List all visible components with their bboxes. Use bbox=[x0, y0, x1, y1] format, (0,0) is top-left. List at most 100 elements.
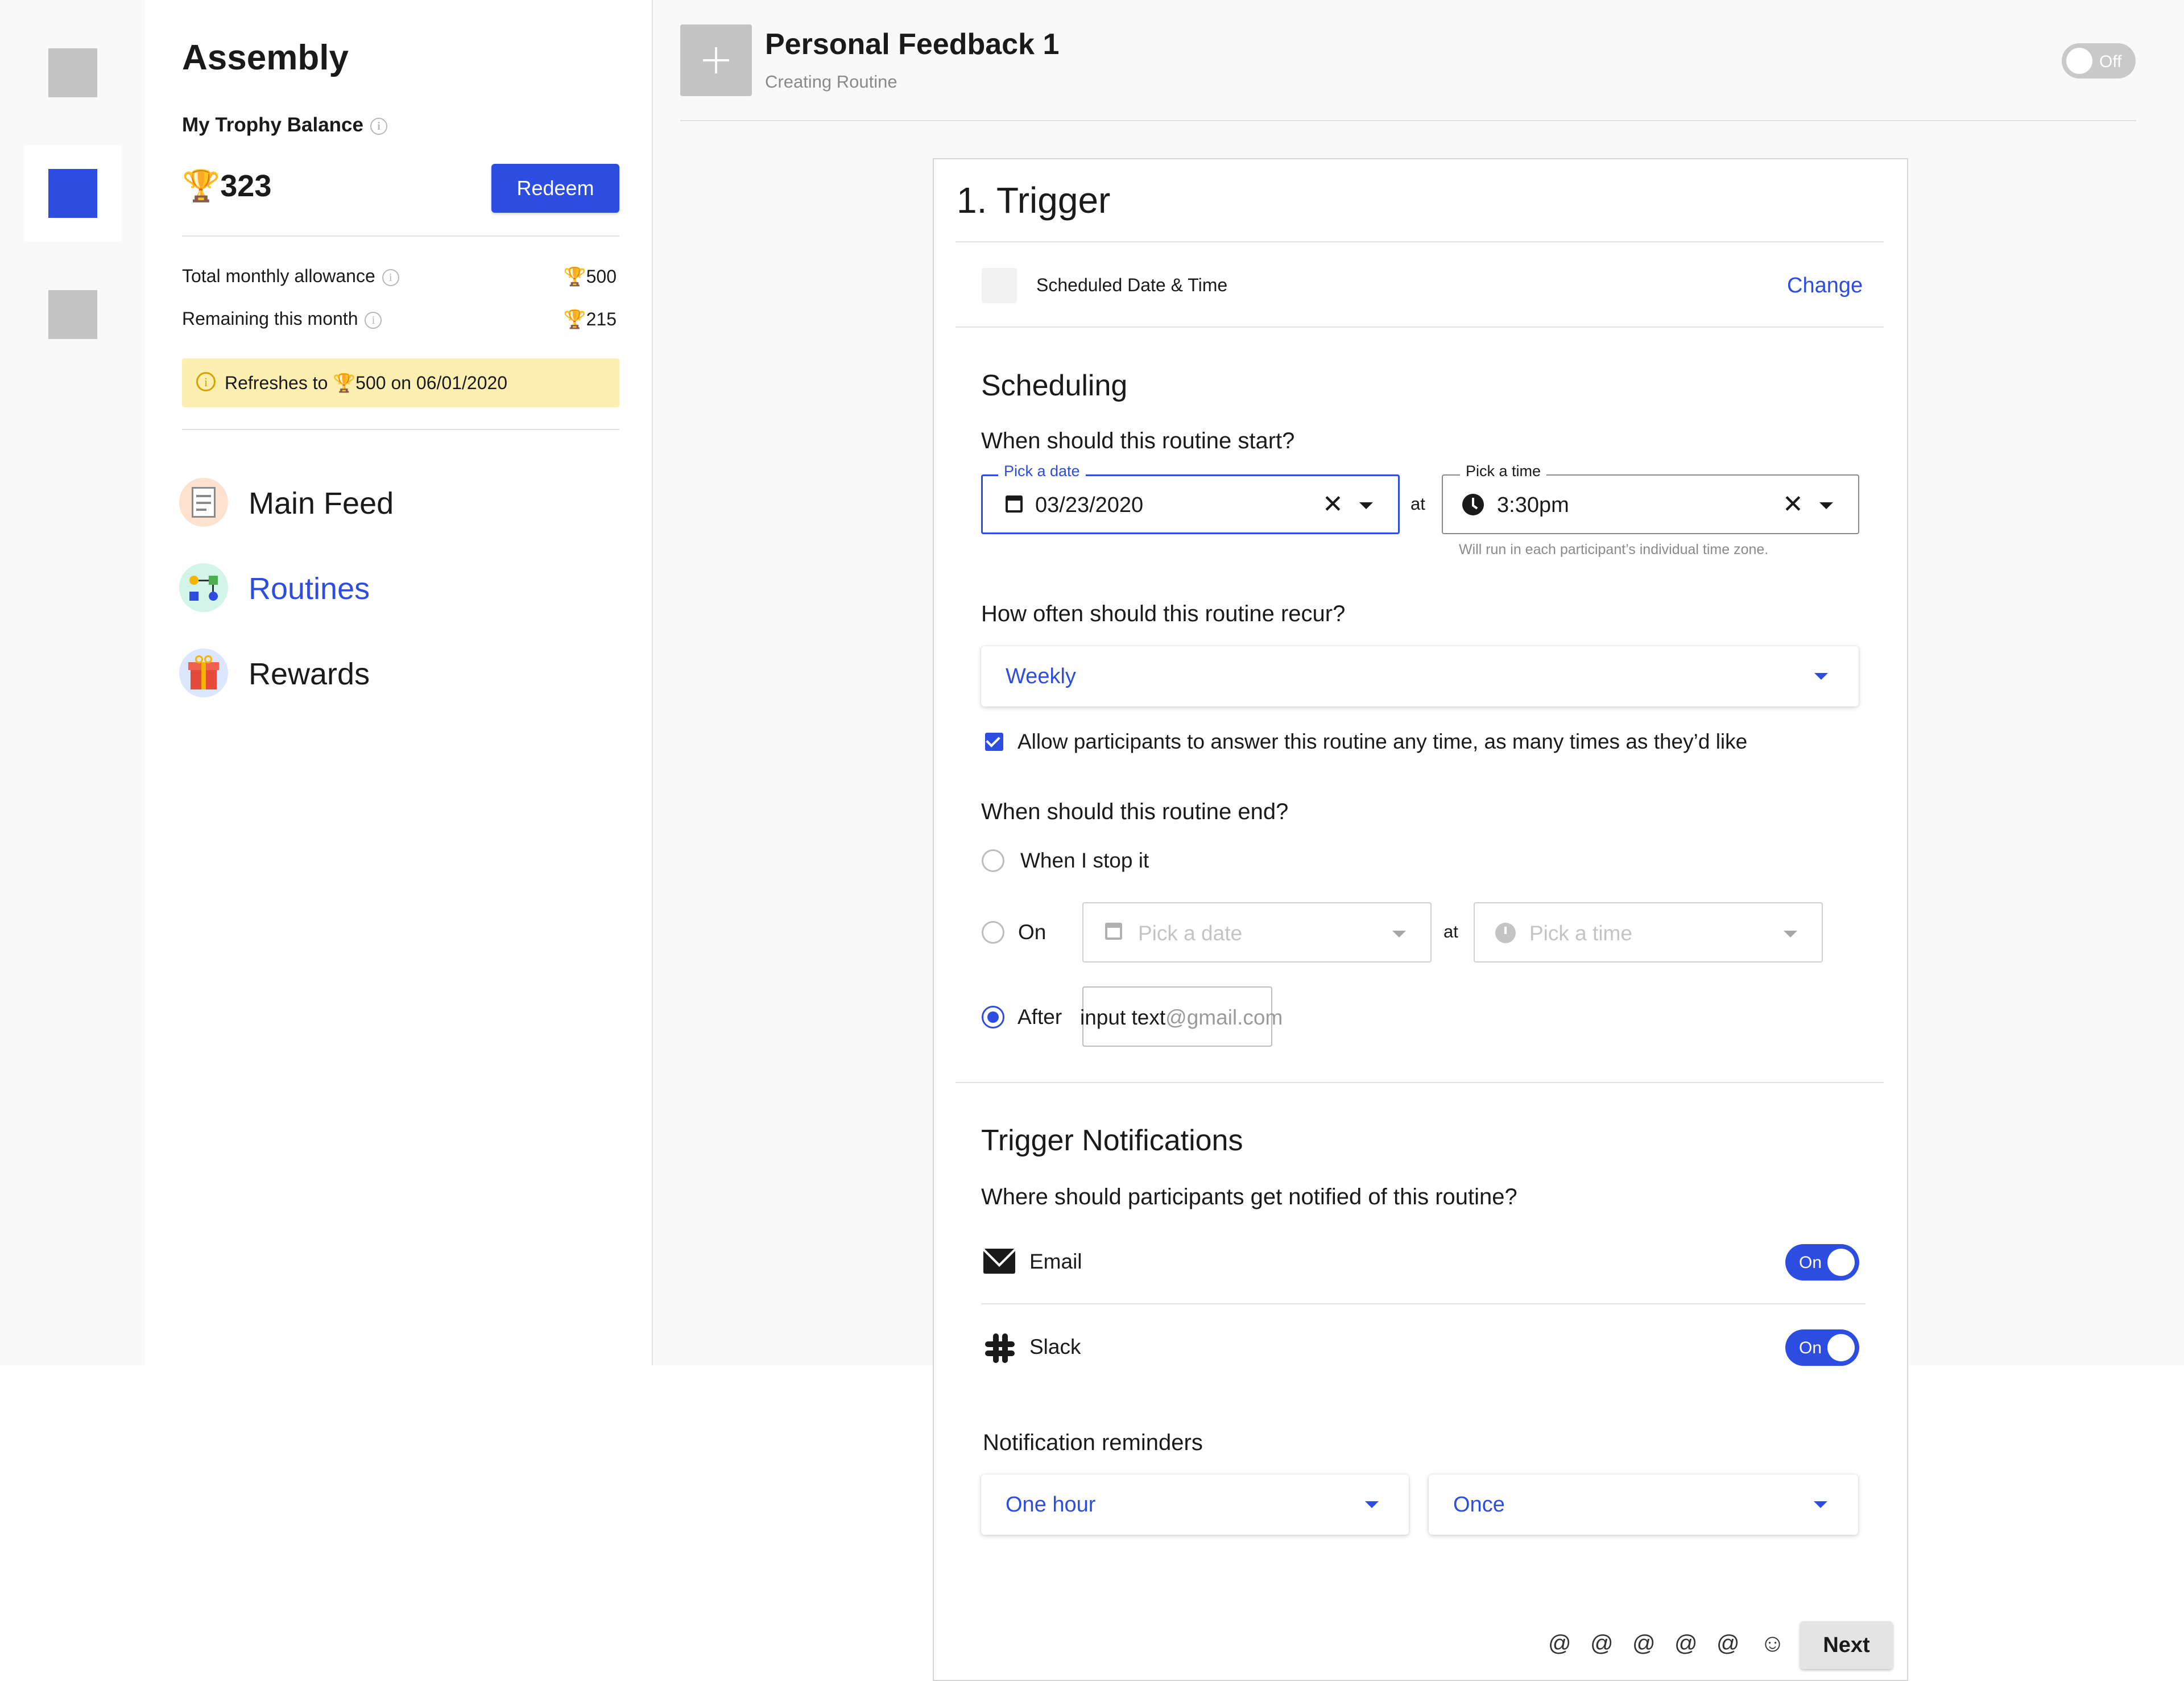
start-time-label: Pick a time bbox=[1460, 462, 1547, 480]
info-icon[interactable]: i bbox=[382, 269, 399, 286]
newspaper-icon bbox=[179, 478, 228, 527]
calendar-icon bbox=[1006, 495, 1023, 513]
nav-item-main-feed[interactable]: Main Feed bbox=[179, 478, 577, 529]
timezone-hint: Will run in each participant’s individua… bbox=[1459, 542, 1769, 557]
nav-item-rewards[interactable]: Rewards bbox=[179, 649, 577, 700]
chevron-down-icon bbox=[1814, 673, 1828, 680]
flowchart-icon bbox=[179, 563, 228, 612]
notifications-heading: Trigger Notifications bbox=[981, 1124, 1243, 1157]
rail-item-3[interactable] bbox=[48, 290, 97, 339]
scheduling-heading: Scheduling bbox=[981, 369, 1128, 402]
toggle-label: On bbox=[1799, 1253, 1822, 1272]
after-input-text: input text@gmail.com bbox=[1080, 1006, 1283, 1030]
check-icon bbox=[986, 733, 1000, 747]
chevron-down-icon bbox=[1365, 1501, 1379, 1508]
trophy-balance-text: My Trophy Balance bbox=[182, 114, 363, 136]
add-routine-button[interactable] bbox=[680, 24, 752, 96]
nav-item-routines[interactable]: Routines bbox=[179, 563, 577, 614]
refresh-text-pre: Refreshes to bbox=[225, 373, 333, 393]
start-date-field[interactable]: 03/23/2020 ✕ bbox=[981, 474, 1400, 534]
trophy-balance-label: My Trophy Balance i bbox=[182, 114, 387, 137]
routine-status-toggle[interactable]: Off bbox=[2062, 43, 2136, 79]
trigger-title: 1. Trigger bbox=[957, 180, 1111, 221]
trophy-icon: 🏆 bbox=[563, 309, 586, 329]
recur-dropdown[interactable]: Weekly bbox=[981, 646, 1859, 707]
end-option-stop-label: When I stop it bbox=[1020, 849, 1149, 872]
email-channel-label: Email bbox=[1029, 1250, 1082, 1273]
reminder-interval-dropdown[interactable]: One hour bbox=[981, 1475, 1409, 1535]
end-option-after-radio[interactable] bbox=[982, 1006, 1004, 1029]
start-time-field[interactable]: 3:30pm ✕ bbox=[1442, 474, 1859, 534]
chevron-down-icon[interactable] bbox=[1359, 502, 1373, 509]
end-option-after-label: After bbox=[1017, 1005, 1062, 1029]
brand-title: Assembly bbox=[182, 38, 349, 77]
at-sign-icon[interactable]: @ bbox=[1632, 1631, 1656, 1657]
remaining-value: 🏆215 bbox=[564, 308, 617, 330]
at-sign-icon[interactable]: @ bbox=[1548, 1631, 1571, 1657]
smiley-icon[interactable]: ☺ bbox=[1760, 1629, 1785, 1658]
at-sign-icon[interactable]: @ bbox=[1716, 1631, 1740, 1657]
trophy-icon: 🏆 bbox=[563, 266, 586, 287]
clock-icon bbox=[1495, 923, 1516, 943]
redeem-button[interactable]: Redeem bbox=[491, 164, 619, 213]
nav-label: Rewards bbox=[249, 657, 370, 691]
chevron-down-icon bbox=[1784, 931, 1797, 937]
clock-icon bbox=[1462, 494, 1484, 515]
nav-label: Main Feed bbox=[249, 486, 394, 521]
refresh-text: Refreshes to 🏆500 on 06/01/2020 bbox=[225, 372, 507, 394]
chevron-down-icon bbox=[1392, 931, 1406, 937]
end-date-field[interactable]: Pick a date bbox=[1082, 902, 1432, 963]
change-trigger-link[interactable]: Change bbox=[1787, 274, 1863, 298]
start-date-label: Pick a date bbox=[998, 462, 1086, 480]
end-time-field[interactable]: Pick a time bbox=[1474, 902, 1823, 963]
toggle-knob bbox=[1827, 1334, 1855, 1361]
toggle-knob bbox=[2066, 48, 2092, 74]
after-input[interactable]: input text@gmail.com bbox=[1080, 986, 1283, 1047]
end-option-on-radio[interactable] bbox=[982, 921, 1004, 944]
info-icon[interactable]: i bbox=[370, 117, 387, 135]
allow-any-time-label: Allow participants to answer this routin… bbox=[1017, 730, 1748, 753]
at-sign-icon[interactable]: @ bbox=[1590, 1631, 1614, 1657]
slack-toggle[interactable]: On bbox=[1785, 1329, 1859, 1366]
reminder-interval-value: One hour bbox=[1006, 1493, 1096, 1517]
end-date-placeholder: Pick a date bbox=[1138, 922, 1243, 945]
allowance-text: Total monthly allowance bbox=[182, 266, 375, 286]
reminders-heading: Notification reminders bbox=[983, 1430, 1203, 1455]
clear-icon[interactable]: ✕ bbox=[1782, 490, 1804, 519]
slack-icon bbox=[985, 1333, 1015, 1363]
divider bbox=[182, 429, 619, 430]
chevron-down-icon bbox=[1814, 1501, 1827, 1508]
divider bbox=[182, 236, 619, 237]
header-divider bbox=[680, 120, 2136, 121]
remaining-text: Remaining this month bbox=[182, 308, 358, 329]
refresh-banner: i Refreshes to 🏆500 on 06/01/2020 bbox=[182, 358, 619, 407]
recur-question: How often should this routine recur? bbox=[981, 601, 1346, 626]
divider bbox=[956, 1082, 1884, 1083]
toggle-label: Off bbox=[2099, 52, 2122, 71]
info-icon[interactable]: i bbox=[365, 311, 382, 329]
info-icon: i bbox=[196, 372, 216, 391]
end-option-stop-radio[interactable] bbox=[982, 849, 1004, 872]
toggle-knob bbox=[1827, 1249, 1855, 1276]
trophy-icon: 🏆 bbox=[333, 373, 356, 393]
remaining-label: Remaining this month i bbox=[182, 308, 382, 329]
start-date-value: 03/23/2020 bbox=[1035, 493, 1144, 517]
next-button[interactable]: Next bbox=[1800, 1621, 1893, 1669]
rail-item-active-bg[interactable] bbox=[24, 145, 121, 242]
radio-dot bbox=[987, 1011, 999, 1023]
divider bbox=[956, 327, 1884, 328]
rail-item-2[interactable] bbox=[48, 169, 97, 218]
allowance-number: 500 bbox=[586, 266, 617, 287]
page-title: Personal Feedback 1 bbox=[765, 28, 1060, 61]
after-input-value: input text bbox=[1080, 1006, 1166, 1029]
clear-icon[interactable]: ✕ bbox=[1322, 490, 1343, 519]
calendar-trigger-icon bbox=[982, 268, 1017, 303]
email-toggle[interactable]: On bbox=[1785, 1244, 1859, 1281]
allow-any-time-checkbox[interactable] bbox=[985, 733, 1003, 751]
reminder-frequency-dropdown[interactable]: Once bbox=[1429, 1475, 1858, 1535]
at-sign-icon[interactable]: @ bbox=[1674, 1631, 1698, 1657]
rail-item-1[interactable] bbox=[48, 48, 97, 97]
allowance-value: 🏆500 bbox=[564, 266, 617, 287]
chevron-down-icon[interactable] bbox=[1819, 502, 1833, 509]
remaining-number: 215 bbox=[586, 309, 617, 329]
